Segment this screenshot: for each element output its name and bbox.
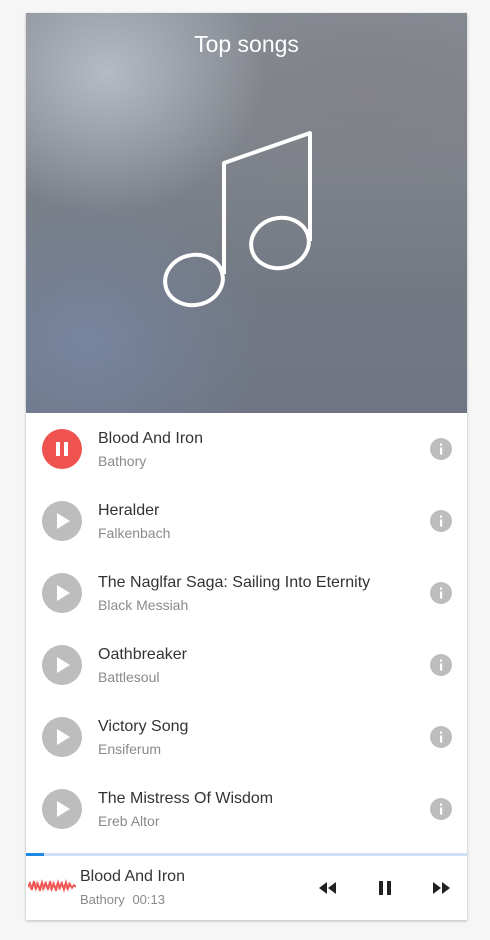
pause-button[interactable] [373,876,397,900]
fast-forward-button[interactable] [429,876,453,900]
music-note-icon [163,131,312,308]
play-icon [57,657,70,673]
now-playing-artist: Bathory [80,892,125,907]
song-artist: Black Messiah [98,597,189,613]
play-icon [57,585,70,601]
now-playing-subtitle: Bathory 00:13 [80,892,165,907]
song-title: Blood And Iron [98,430,203,447]
page-title: Top songs [194,31,299,57]
info-icon[interactable] [430,582,452,604]
play-icon [57,513,70,529]
play-button[interactable] [42,717,82,757]
info-icon[interactable] [430,726,452,748]
now-playing-bar: Blood And Iron Bathory 00:13 [26,856,467,920]
song-title: Victory Song [98,718,189,735]
list-item[interactable]: Blood And Iron Bathory [26,413,467,485]
list-item[interactable]: The Naglfar Saga: Sailing Into Eternity … [26,557,467,629]
hero-image: Top songs [26,13,467,413]
play-icon [57,729,70,745]
pause-icon [56,442,68,456]
top-songs-card: Top songs Blood And Iron Bathory Heralde… [26,13,467,920]
song-title: Oathbreaker [98,646,187,663]
waveform-icon [28,878,76,894]
info-icon[interactable] [430,654,452,676]
list-item[interactable]: Heralder Falkenbach [26,485,467,557]
info-icon[interactable] [430,510,452,532]
pause-button[interactable] [42,429,82,469]
info-icon[interactable] [430,798,452,820]
play-button[interactable] [42,645,82,685]
play-icon [57,801,70,817]
song-artist: Bathory [98,453,147,469]
play-button[interactable] [42,501,82,541]
info-icon[interactable] [430,438,452,460]
elapsed-time: 00:13 [132,892,165,907]
now-playing-title: Blood And Iron [80,868,185,885]
play-button[interactable] [42,573,82,613]
list-item[interactable]: Victory Song Ensiferum [26,701,467,773]
song-title: Heralder [98,502,160,519]
song-artist: Ensiferum [98,741,162,757]
song-artist: Falkenbach [98,525,171,541]
list-item[interactable]: The Mistress Of Wisdom Ereb Altor [26,773,467,845]
song-artist: Battlesoul [98,669,160,685]
play-button[interactable] [42,789,82,829]
song-artist: Ereb Altor [98,813,160,829]
song-title: The Naglfar Saga: Sailing Into Eternity [98,574,371,591]
song-title: The Mistress Of Wisdom [98,790,274,807]
rewind-button[interactable] [316,876,340,900]
list-item[interactable]: Oathbreaker Battlesoul [26,629,467,701]
